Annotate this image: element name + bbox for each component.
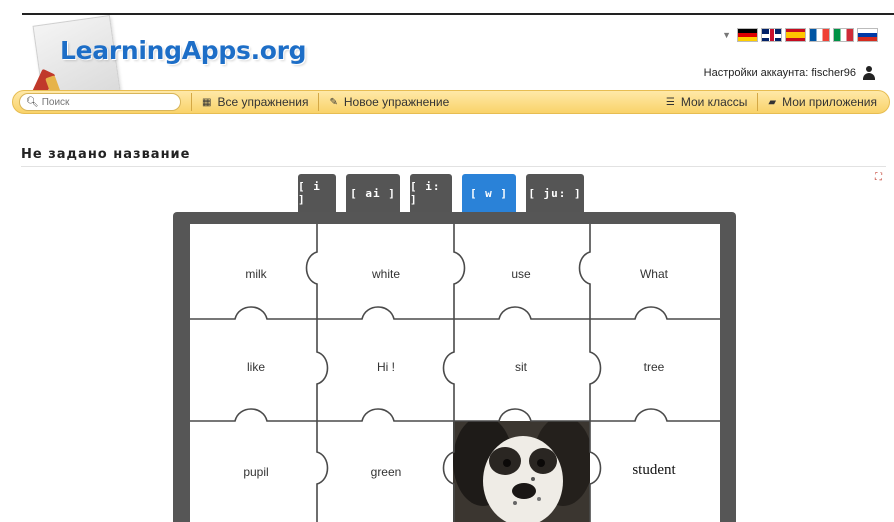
phoneme-tabs: [ i ] [ ai ] [ i: ] [ w ] [ ju: ] (298, 174, 584, 212)
nav-my-classes[interactable]: ☰ Мои классы (666, 95, 748, 109)
flag-de-icon[interactable] (737, 28, 758, 42)
tab-i[interactable]: [ i ] (298, 174, 336, 212)
search-icon: 🔍︎ (26, 96, 39, 108)
account-settings-link[interactable]: Настройки аккаунта: fischer96 (704, 66, 876, 80)
flag-en-icon[interactable] (761, 28, 782, 42)
search-input[interactable] (41, 96, 172, 108)
search-box[interactable]: 🔍︎ (19, 93, 181, 111)
language-selector[interactable]: ▼ (722, 28, 878, 42)
nav-divider (757, 93, 759, 111)
tab-i-long[interactable]: [ i: ] (410, 174, 452, 212)
nav-my-apps[interactable]: ▰ Мои приложения (768, 95, 877, 109)
nav-new-exercise[interactable]: ✎ Новое упражнение (329, 95, 449, 109)
list-icon: ☰ (665, 96, 675, 108)
account-label[interactable]: Настройки аккаунта: fischer96 (704, 67, 856, 79)
folder-icon: ▰ (768, 96, 777, 108)
puzzle-piece[interactable]: student (588, 420, 720, 520)
pencil-icon: ✎ (329, 96, 338, 108)
page-title: Не задано название (21, 147, 191, 162)
puzzle-piece[interactable]: pupil (190, 422, 322, 522)
puzzle-piece[interactable]: What (588, 224, 720, 324)
nav-all-exercises-label[interactable]: Все упражнения (217, 95, 308, 109)
flag-ru-icon[interactable] (857, 28, 878, 42)
puzzle-piece[interactable]: milk (190, 224, 322, 324)
flag-es-icon[interactable] (785, 28, 806, 42)
fullscreen-icon[interactable]: ⛶ (873, 172, 884, 183)
puzzle-piece[interactable]: like (190, 317, 322, 417)
puzzle-piece[interactable]: white (320, 224, 452, 324)
main-navbar: 🔍︎ ▦ Все упражнения ✎ Новое упражнение ☰… (12, 90, 890, 114)
puzzle-piece[interactable]: use (455, 224, 587, 324)
nav-my-apps-label[interactable]: Мои приложения (782, 95, 877, 109)
flag-fr-icon[interactable] (809, 28, 830, 42)
nav-all-exercises[interactable]: ▦ Все упражнения (202, 95, 308, 109)
puzzle-piece[interactable]: sit (455, 317, 587, 417)
dropdown-arrow-icon[interactable]: ▼ (722, 30, 731, 40)
grid-icon: ▦ (202, 96, 212, 108)
user-icon[interactable] (862, 66, 876, 80)
tab-ai[interactable]: [ ai ] (346, 174, 400, 212)
nav-divider (318, 93, 320, 111)
title-divider (21, 166, 886, 167)
nav-new-exercise-label[interactable]: Новое упражнение (344, 95, 449, 109)
puzzle-piece[interactable]: green (320, 422, 452, 522)
nav-divider (191, 93, 192, 111)
puzzle-piece[interactable]: Hi ! (320, 317, 452, 417)
tab-w[interactable]: [ w ] (462, 174, 516, 212)
tab-ju-long[interactable]: [ ju: ] (526, 174, 584, 212)
flag-it-icon[interactable] (833, 28, 854, 42)
puzzle-piece[interactable]: tree (588, 317, 720, 417)
logo-text: LearningApps.org (60, 36, 307, 65)
puzzle-board: milk white use What like Hi ! sit tree p… (190, 224, 720, 522)
nav-my-classes-label[interactable]: Мои классы (681, 95, 748, 109)
